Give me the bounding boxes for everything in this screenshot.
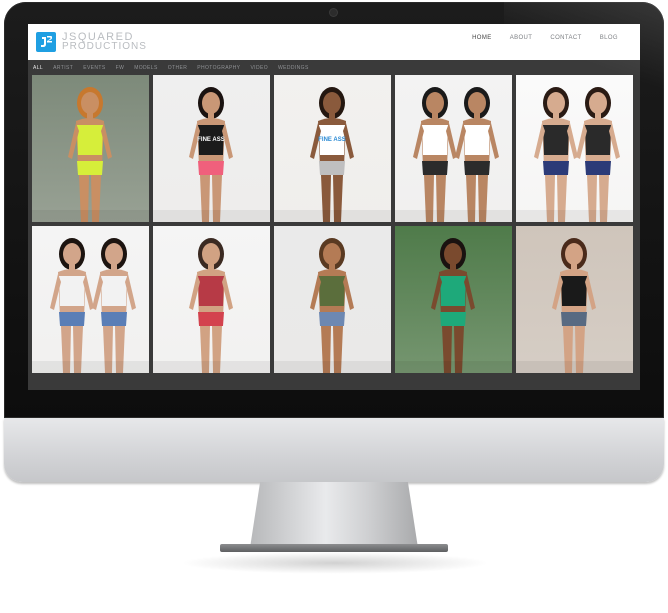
photo-gallery-grid: FINE ASS FINE ASS (32, 75, 636, 376)
gallery-filter-bar: ALL ARTIST EVENTS FW MODELS OTHER PHOTOG… (28, 60, 640, 75)
gallery-photo[interactable] (516, 226, 633, 373)
photo-thumbnail: FINE ASS (274, 75, 391, 222)
filter-models[interactable]: MODELS (134, 65, 158, 71)
filter-artist[interactable]: ARTIST (53, 65, 73, 71)
nav-contact[interactable]: CONTACT (550, 35, 581, 41)
screen-bottom-bar (28, 376, 640, 390)
photo-thumbnail (395, 75, 512, 222)
monitor-stand-base (220, 544, 448, 552)
gallery-photo[interactable] (32, 75, 149, 222)
filter-fw[interactable]: FW (116, 65, 125, 71)
gallery-photo[interactable]: FINE ASS (274, 75, 391, 222)
screen: JSQUARED PRODUCTIONS HOME ABOUT CONTACT … (28, 24, 640, 390)
nav-home[interactable]: HOME (472, 35, 492, 41)
gallery-photo[interactable] (32, 226, 149, 373)
gallery-photo[interactable] (516, 75, 633, 222)
photo-thumbnail (395, 226, 512, 373)
photo-thumbnail (32, 75, 149, 222)
photo-thumbnail (516, 226, 633, 373)
photo-thumbnail: FINE ASS (153, 75, 270, 222)
monitor-chin (4, 418, 664, 482)
nav-about[interactable]: ABOUT (510, 35, 533, 41)
photo-thumbnail (516, 75, 633, 222)
shirt-print-text: FINE ASS (197, 137, 224, 143)
filter-events[interactable]: EVENTS (83, 65, 105, 71)
filter-photography[interactable]: PHOTOGRAPHY (197, 65, 240, 71)
gallery-photo[interactable] (153, 226, 270, 373)
gallery-photo[interactable] (395, 226, 512, 373)
filter-other[interactable]: OTHER (168, 65, 188, 71)
gallery-photo[interactable] (274, 226, 391, 373)
shirt-print-text: FINE ASS (318, 137, 345, 143)
site-logo[interactable]: JSQUARED PRODUCTIONS (36, 31, 147, 53)
nav-blog[interactable]: BLOG (600, 35, 618, 41)
site-header: JSQUARED PRODUCTIONS HOME ABOUT CONTACT … (28, 24, 640, 60)
stand-shadow (180, 552, 490, 574)
monitor-stand (250, 482, 418, 548)
filter-video[interactable]: VIDEO (250, 65, 268, 71)
webcam-icon (330, 9, 337, 16)
filter-all[interactable]: ALL (33, 65, 43, 71)
gallery-photo[interactable] (395, 75, 512, 222)
photo-thumbnail (32, 226, 149, 373)
gallery-photo[interactable]: FINE ASS (153, 75, 270, 222)
logo-text: JSQUARED PRODUCTIONS (62, 32, 147, 52)
logo-mark-icon (36, 32, 56, 52)
photo-thumbnail (274, 226, 391, 373)
logo-line2: PRODUCTIONS (62, 41, 147, 52)
photo-thumbnail (153, 226, 270, 373)
filter-weddings[interactable]: WEDDINGS (278, 65, 309, 71)
top-nav: HOME ABOUT CONTACT BLOG (472, 35, 618, 41)
